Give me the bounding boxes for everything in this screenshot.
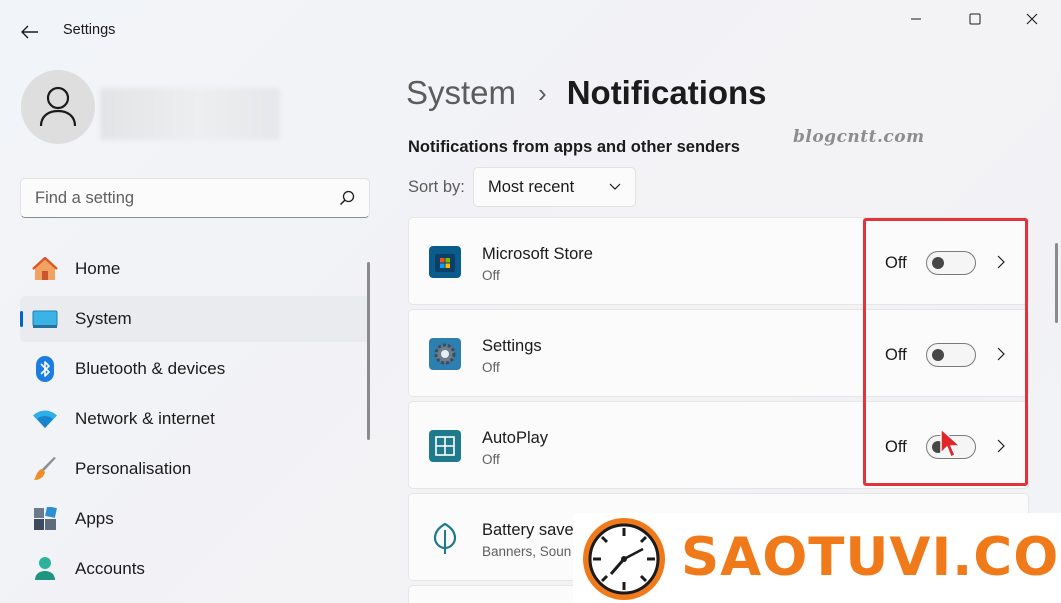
sort-value: Most recent (488, 177, 575, 196)
maximize-icon (969, 13, 981, 25)
close-button[interactable] (1009, 4, 1055, 34)
search-box[interactable] (20, 178, 370, 218)
sidebar-nav: Home System Bluetooth & devices Network … (20, 246, 370, 596)
saotuvi-logo: SAOTUVI.COM (573, 513, 1061, 603)
paintbrush-icon (32, 456, 58, 482)
sidebar-item-label: Network & internet (75, 409, 215, 428)
app-title: Settings (63, 22, 116, 38)
notification-toggle[interactable] (926, 251, 976, 275)
main-scrollbar[interactable] (1055, 243, 1058, 323)
app-status: Off (482, 452, 500, 467)
toggle-state-label: Off (885, 346, 907, 364)
search-icon[interactable] (339, 190, 355, 206)
app-name: Battery save (482, 521, 574, 539)
maximize-button[interactable] (952, 4, 998, 34)
breadcrumb: System › Notifications (406, 74, 767, 112)
close-icon (1026, 13, 1038, 25)
sidebar-item-label: Accounts (75, 559, 145, 578)
sidebar-item-apps[interactable]: Apps (20, 496, 370, 542)
minimize-button[interactable] (893, 4, 939, 34)
app-status: Off (482, 360, 500, 375)
bluetooth-icon (32, 356, 58, 382)
sidebar-scrollbar[interactable] (367, 262, 370, 440)
app-status: Off (482, 268, 500, 283)
search-input[interactable] (35, 188, 339, 208)
chevron-right-icon[interactable] (993, 252, 1009, 272)
chevron-right-icon[interactable] (993, 436, 1009, 456)
arrow-left-icon (21, 25, 38, 39)
watermark-text: blogcntt.com (793, 127, 925, 147)
autoplay-icon (429, 430, 461, 462)
sidebar-item-label: Apps (75, 509, 114, 528)
mouse-cursor-icon (940, 428, 961, 458)
toggle-state-label: Off (885, 438, 907, 456)
notification-toggle[interactable] (926, 343, 976, 367)
sidebar-item-label: Personalisation (75, 459, 192, 478)
account-icon (32, 556, 58, 582)
toggle-knob (932, 349, 944, 361)
chevron-down-icon (609, 183, 621, 190)
sidebar-item-home[interactable]: Home (20, 246, 370, 292)
breadcrumb-separator: › (538, 77, 547, 108)
title-bar: Settings (0, 0, 1061, 60)
sidebar-item-network[interactable]: Network & internet (20, 396, 370, 442)
sort-dropdown[interactable]: Most recent (473, 167, 636, 207)
app-row-microsoft-store[interactable]: Microsoft Store Off Off (408, 217, 1029, 305)
monitor-icon (32, 306, 58, 332)
app-name: Settings (482, 337, 542, 355)
sidebar-item-accounts[interactable]: Accounts (20, 546, 370, 592)
settings-gear-icon (429, 338, 461, 370)
back-button[interactable] (14, 18, 46, 46)
app-status: Banners, Soun (482, 544, 572, 559)
person-icon (39, 86, 77, 127)
blurred-username (100, 88, 280, 140)
avatar[interactable] (21, 70, 95, 144)
app-row-settings[interactable]: Settings Off Off (408, 309, 1029, 397)
sidebar-item-bluetooth-devices[interactable]: Bluetooth & devices (20, 346, 370, 392)
app-row-autoplay[interactable]: AutoPlay Off Off (408, 401, 1029, 489)
microsoft-store-icon (429, 246, 461, 278)
wifi-icon (32, 406, 58, 432)
sidebar-item-label: System (75, 309, 132, 328)
clock-logo-icon (583, 518, 665, 600)
battery-saver-icon (429, 522, 461, 554)
minimize-icon (911, 18, 921, 20)
sidebar-item-label: Bluetooth & devices (75, 359, 226, 378)
logo-text: SAOTUVI.COM (681, 527, 1061, 588)
section-title: Notifications from apps and other sender… (408, 138, 740, 156)
sort-label: Sort by: (408, 178, 465, 196)
apps-icon (32, 506, 58, 532)
breadcrumb-parent[interactable]: System (406, 74, 516, 112)
toggle-state-label: Off (885, 254, 907, 272)
app-name: AutoPlay (482, 429, 549, 447)
app-name: Microsoft Store (482, 245, 593, 263)
home-icon (32, 256, 58, 282)
toggle-knob (932, 257, 944, 269)
page-title: Notifications (566, 74, 767, 111)
sidebar-item-system[interactable]: System (20, 296, 370, 342)
sidebar-item-label: Home (75, 259, 121, 278)
sidebar-item-personalisation[interactable]: Personalisation (20, 446, 370, 492)
chevron-right-icon[interactable] (993, 344, 1009, 364)
